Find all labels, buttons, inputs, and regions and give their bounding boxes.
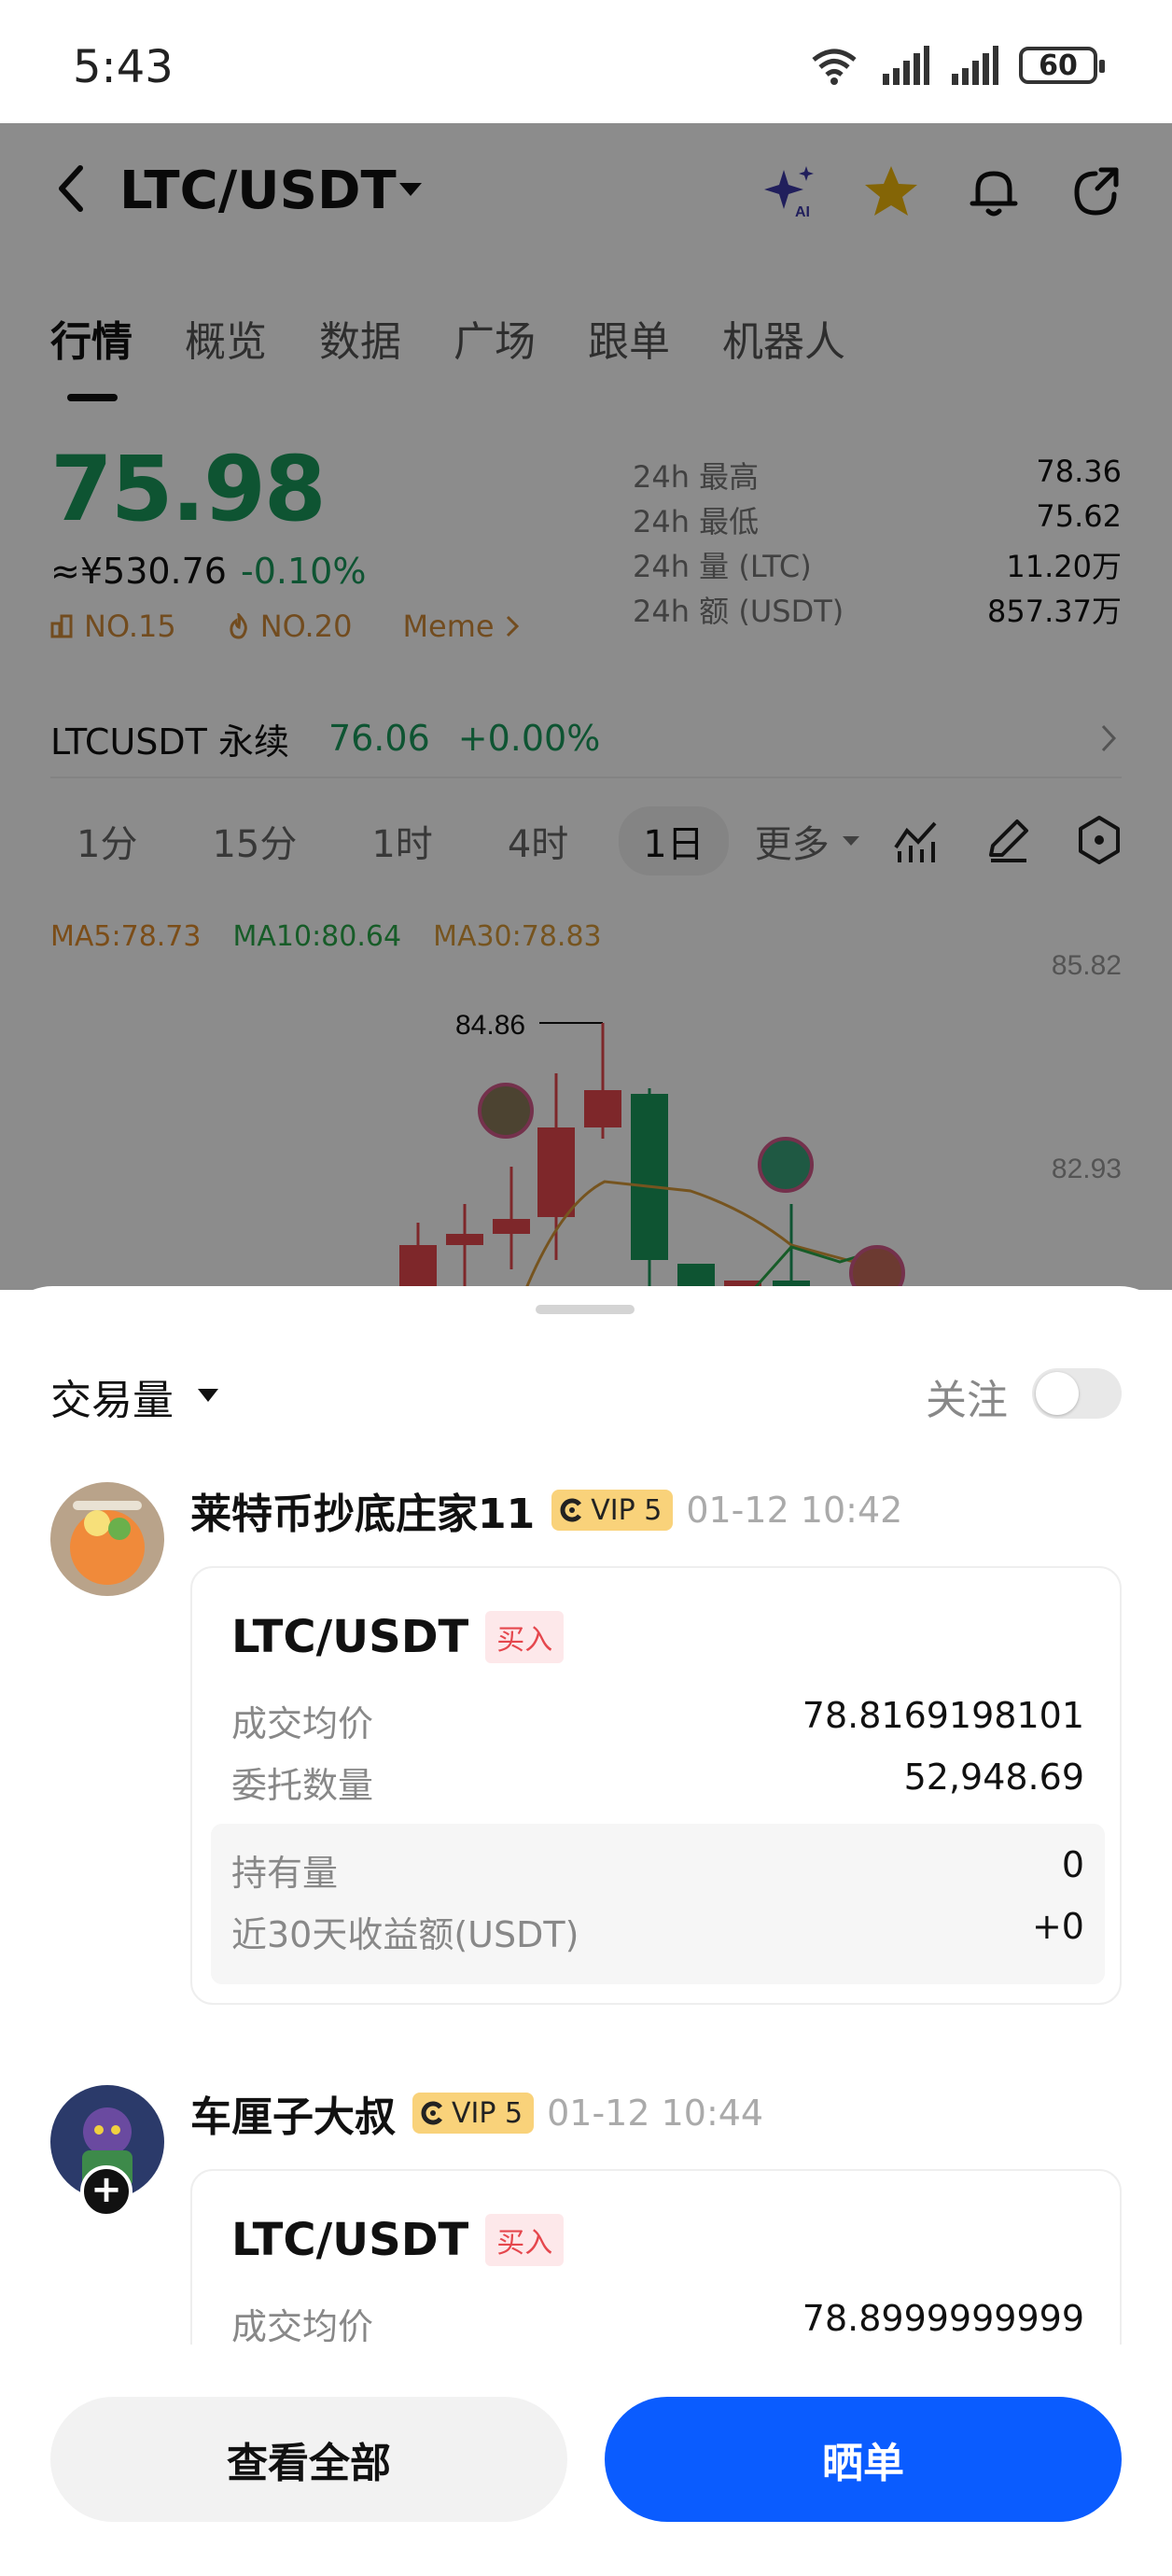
qty-value: 52,948.69 (903, 1757, 1084, 1798)
share-order-button[interactable]: 晒单 (605, 2397, 1122, 2522)
sheet-header: 交易量 关注 (50, 1359, 1122, 1428)
vip-c-icon (560, 1498, 582, 1522)
follow-toggle[interactable] (1032, 1368, 1122, 1419)
avatar-drink-image (50, 1482, 164, 1596)
qty-row: 委托数量 52,948.69 (231, 1757, 1084, 1808)
card-title: LTC/USDT 买入 (231, 1611, 565, 1663)
avg-price-label: 成交均价 (231, 1703, 374, 1744)
avatar[interactable] (50, 1482, 164, 1596)
pnl-label: 近30天收益额(USDT) (231, 1914, 579, 1955)
card-pair: LTC/USDT (231, 2214, 469, 2266)
trade-card[interactable]: LTC/USDT 买入 成交均价 78.8169198101 委托数量 52,9… (190, 1566, 1122, 2005)
vip-c-icon (421, 2101, 442, 2125)
side-tag: 买入 (485, 2214, 565, 2266)
side-tag: 买入 (485, 1611, 565, 1663)
vip-badge: VIP 5 (551, 1490, 674, 1531)
avg-price-value: 78.8999999999 (802, 2298, 1084, 2339)
vip-label: VIP 5 (452, 2096, 523, 2130)
view-all-button[interactable]: 查看全部 (50, 2397, 567, 2522)
avg-price-row: 成交均价 78.8999999999 (231, 2298, 1084, 2349)
signal-icon (883, 46, 929, 85)
modal-scrim[interactable] (0, 123, 1172, 1290)
post-time: 01-12 10:44 (547, 2093, 764, 2134)
qty-label: 委托数量 (231, 1765, 374, 1806)
card-pair: LTC/USDT (231, 1611, 469, 1663)
caret-down-icon[interactable] (198, 1389, 218, 1402)
status-icons: 60 (808, 43, 1105, 88)
hold-row: 持有量 0 (231, 1844, 1084, 1896)
sheet-footer: 查看全部 晒单 (0, 2345, 1172, 2576)
trade-post: 莱特币抄底庄家11 VIP 5 01-12 10:42 LTC/USDT 买入 … (0, 1482, 1172, 2042)
sort-dropdown[interactable]: 交易量 (50, 1366, 174, 1426)
pnl-row: 近30天收益额(USDT) +0 (231, 1906, 1084, 1957)
card-title: LTC/USDT 买入 (231, 2214, 565, 2266)
follow-plus-icon[interactable]: + (80, 2165, 133, 2218)
vip-label: VIP 5 (591, 1493, 663, 1527)
post-time: 01-12 10:42 (686, 1490, 903, 1531)
username[interactable]: 车厘子大叔 (190, 2083, 396, 2143)
vip-badge: VIP 5 (412, 2093, 535, 2134)
wifi-icon (812, 49, 857, 85)
hold-label: 持有量 (231, 1853, 339, 1894)
post-header: 莱特币抄底庄家11 VIP 5 01-12 10:42 (190, 1482, 902, 1538)
avg-price-label: 成交均价 (231, 2306, 374, 2347)
signal-icon-2 (952, 46, 998, 85)
drag-handle[interactable] (536, 1305, 635, 1314)
username[interactable]: 莱特币抄底庄家11 (190, 1480, 535, 1540)
post-header: 车厘子大叔 VIP 5 01-12 10:44 (190, 2085, 763, 2141)
avg-price-value: 78.8169198101 (802, 1695, 1084, 1736)
avg-price-row: 成交均价 78.8169198101 (231, 1695, 1084, 1746)
status-time: 5:43 (73, 41, 174, 93)
hold-value: 0 (1061, 1844, 1084, 1885)
pnl-value: +0 (1031, 1906, 1084, 1947)
toggle-knob (1036, 1372, 1079, 1415)
status-bar: 5:43 60 (0, 0, 1172, 123)
battery-icon: 60 (1019, 47, 1105, 84)
follow-label: 关注 (926, 1377, 1008, 1424)
